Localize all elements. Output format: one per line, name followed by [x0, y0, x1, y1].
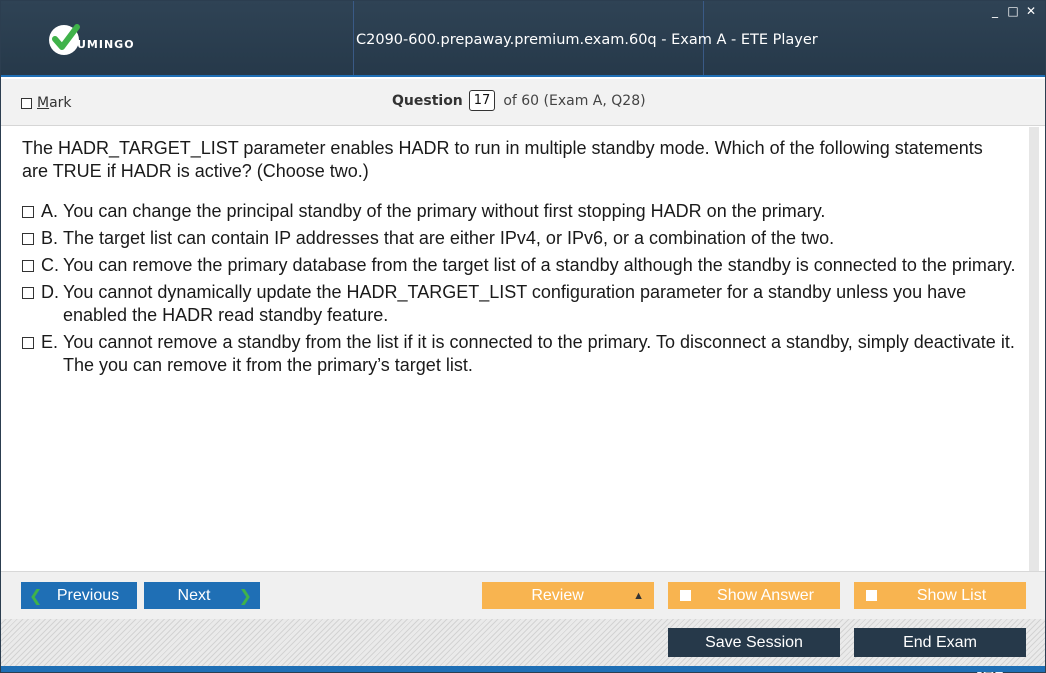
option-text: You can remove the primary database from… [63, 255, 1016, 275]
review-button[interactable]: Review ▲ [482, 582, 654, 609]
option-c[interactable]: C. You can remove the primary database f… [22, 254, 1017, 277]
minimize-button[interactable]: _ [989, 5, 1001, 17]
title-separator [353, 1, 354, 75]
option-text: You cannot remove a standby from the lis… [63, 332, 1015, 375]
save-session-button[interactable]: Save Session [668, 628, 840, 657]
option-e[interactable]: E. You cannot remove a standby from the … [22, 331, 1017, 377]
maximize-button[interactable]: □ [1007, 5, 1019, 17]
question-of-text: of 60 (Exam A, Q28) [503, 92, 646, 109]
option-text: You can change the principal standby of … [63, 201, 826, 221]
show-answer-checkbox[interactable] [680, 590, 691, 601]
navigation-bar: ❮ Previous Next ❯ Review ▲ Show Answer S… [1, 571, 1045, 619]
show-answer-button[interactable]: Show Answer [668, 582, 840, 609]
show-list-button[interactable]: Show List [854, 582, 1026, 609]
question-text: The HADR_TARGET_LIST parameter enables H… [22, 138, 983, 181]
option-letter: D. [41, 282, 59, 302]
window-title: C2090-600.prepaway.premium.exam.60q - Ex… [356, 32, 818, 48]
vumingo-logo: UMINGO [49, 24, 135, 55]
checkmark-logo-icon [49, 24, 80, 55]
answer-options: A. You can change the principal standby … [22, 200, 1017, 381]
option-checkbox[interactable] [22, 260, 34, 272]
option-letter: C. [41, 255, 59, 275]
option-d[interactable]: D. You cannot dynamically update the HAD… [22, 281, 1017, 327]
previous-label: Previous [56, 586, 120, 604]
caret-up-icon: ▲ [633, 589, 644, 602]
title-bar: UMINGO C2090-600.prepaway.premium.exam.6… [1, 1, 1045, 77]
question-word: Question [392, 92, 463, 109]
mark-label[interactable]: Mark [37, 95, 72, 111]
mark-checkbox-box[interactable] [21, 97, 32, 109]
chevron-right-icon: ❯ [238, 586, 252, 605]
review-label: Review [531, 586, 584, 604]
close-button[interactable]: ✕ [1025, 5, 1037, 17]
next-label: Next [177, 586, 211, 604]
logo-text: UMINGO [77, 37, 135, 51]
option-checkbox[interactable] [22, 287, 34, 299]
question-counter: Question 17 of 60 (Exam A, Q28) [392, 90, 646, 111]
question-content: The HADR_TARGET_LIST parameter enables H… [7, 127, 1027, 673]
option-text: The target list can contain IP addresses… [63, 228, 835, 248]
chevron-left-icon: ❮ [29, 586, 43, 605]
option-a[interactable]: A. You can change the principal standby … [22, 200, 1017, 223]
bottom-accent-line [1, 666, 1045, 672]
option-text: You cannot dynamically update the HADR_T… [63, 282, 967, 325]
option-letter: A. [41, 201, 59, 221]
option-checkbox[interactable] [22, 337, 34, 349]
previous-button[interactable]: ❮ Previous [21, 582, 137, 609]
show-list-label: Show List [916, 586, 987, 604]
footer-bar: Save Session End Exam [1, 619, 1045, 666]
question-header: Mark Question 17 of 60 (Exam A, Q28) [1, 79, 1045, 126]
option-checkbox[interactable] [22, 206, 34, 218]
option-letter: B. [41, 228, 59, 248]
ete-player-window: UMINGO C2090-600.prepaway.premium.exam.6… [0, 0, 1046, 673]
end-exam-button[interactable]: End Exam [854, 628, 1026, 657]
show-answer-label: Show Answer [717, 586, 814, 604]
option-b[interactable]: B. The target list can contain IP addres… [22, 227, 1017, 250]
vertical-scrollbar[interactable] [1029, 127, 1039, 571]
next-button[interactable]: Next ❯ [144, 582, 260, 609]
mark-checkbox[interactable]: Mark [21, 95, 72, 111]
option-checkbox[interactable] [22, 233, 34, 245]
window-controls: _ □ ✕ [989, 5, 1037, 17]
question-number-box[interactable]: 17 [468, 90, 496, 111]
option-letter: E. [41, 332, 59, 352]
show-list-checkbox[interactable] [866, 590, 877, 601]
